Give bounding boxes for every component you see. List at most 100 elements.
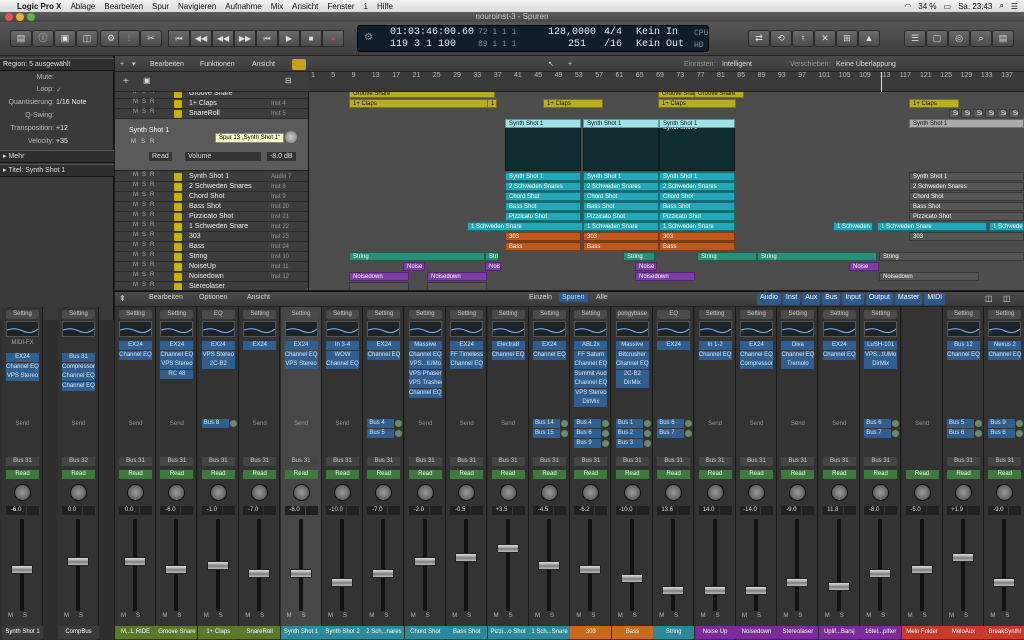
volume-fader[interactable]	[124, 556, 146, 566]
pan-knob[interactable]	[499, 484, 517, 501]
plugin-slot[interactable]: Bus 12	[947, 341, 980, 350]
plugin-slot[interactable]: VPS Phaser	[408, 369, 442, 379]
editors-icon[interactable]: ✂	[140, 30, 162, 47]
plugin-slot[interactable]: Massive	[615, 341, 649, 350]
tab-all[interactable]: Alle	[596, 294, 608, 301]
track-header[interactable]: MSR String Inst 10	[115, 252, 308, 262]
pan-knob[interactable]	[127, 484, 144, 501]
inspector-row-transposition[interactable]: Transposition: +12	[0, 125, 114, 137]
track-header[interactable]: MSR Bass Inst 24	[115, 242, 308, 252]
output-select[interactable]: Bus 31	[533, 457, 566, 466]
track-msr-buttons[interactable]: MSR	[133, 282, 158, 288]
output-select[interactable]: Bus 31	[119, 457, 152, 466]
volume-fader[interactable]	[165, 565, 188, 575]
output-select[interactable]: Bus 31	[408, 457, 442, 466]
eq-thumbnail[interactable]	[947, 321, 980, 337]
volume-fader[interactable]	[331, 577, 353, 587]
snap-select[interactable]: Intelligent	[722, 59, 752, 70]
eq-thumbnail[interactable]	[243, 321, 277, 337]
plugin-slot[interactable]: In 3-4	[326, 341, 359, 350]
send-bus[interactable]: Bus 14	[533, 419, 560, 428]
eq-thumbnail[interactable]	[450, 321, 484, 337]
plugin-slot[interactable]: EX24	[367, 341, 401, 350]
arrange-area[interactable]: Groove Snare Groove Snare Groove Snare 1+ C…	[309, 92, 1024, 290]
region[interactable]: Synth Shot 1	[909, 172, 1024, 181]
mute-solo-buttons[interactable]: MS	[245, 613, 275, 619]
send-slot[interactable]: Send	[243, 421, 276, 427]
automation-mode-button[interactable]: Read	[201, 470, 235, 479]
mixer-icon[interactable]: ⫶	[118, 30, 140, 47]
plugin-slot[interactable]: EX24	[533, 341, 566, 350]
plugin-slot[interactable]: Compressor	[740, 360, 773, 369]
mixer-layout-icon[interactable]: ◫	[985, 294, 993, 303]
track-title-section[interactable]: ▸ Titel: Synth Shot 1	[0, 164, 114, 177]
region[interactable]: 1	[487, 99, 497, 108]
automation-mode-button[interactable]: Read	[408, 470, 442, 479]
plugin-slot[interactable]: Electra8	[491, 341, 525, 350]
mute-solo-buttons[interactable]: MS	[659, 613, 689, 619]
output-select[interactable]: Bus 31	[698, 457, 732, 466]
track-view-icon[interactable]: ▣	[143, 76, 151, 85]
replace-icon[interactable]: ⇄	[748, 30, 770, 47]
library-icon[interactable]: ▤	[10, 30, 32, 47]
plugin-slot[interactable]: EX24	[450, 341, 484, 350]
output-select[interactable]: Bus 31	[574, 457, 608, 466]
volume-fader[interactable]	[67, 556, 89, 566]
mute-solo-buttons[interactable]: MS	[576, 613, 606, 619]
mute-solo-buttons[interactable]: MS	[825, 613, 855, 619]
region-section-header[interactable]: Region: 5 ausgewählt	[0, 58, 114, 71]
mute-solo-buttons[interactable]: MS	[866, 613, 896, 619]
mixer-filter-output[interactable]: Output	[865, 293, 893, 305]
region[interactable]: Chord Shot	[659, 192, 735, 201]
plugin-slot[interactable]: Channel EQ	[6, 362, 39, 372]
mute-solo-buttons[interactable]: MS	[494, 613, 524, 619]
midi-fx-slot[interactable]: MIDI-FX	[6, 340, 39, 346]
stop-icon[interactable]: ■	[300, 30, 322, 47]
setting-button[interactable]: Setting	[822, 310, 856, 319]
volume-fader[interactable]	[455, 552, 478, 562]
send-slot[interactable]: Send	[285, 421, 318, 427]
volume-fader[interactable]	[579, 565, 602, 575]
mute-solo-buttons[interactable]: MS	[328, 613, 358, 619]
region[interactable]: Bass Shot	[659, 202, 735, 211]
send-level-knob[interactable]	[975, 420, 982, 427]
track-msr-buttons[interactable]: MSR	[133, 212, 158, 218]
eq-thumbnail[interactable]	[533, 321, 566, 337]
track-msr-buttons[interactable]: MSR	[133, 242, 158, 248]
setting-button[interactable]: Setting	[160, 310, 194, 319]
eq-thumbnail[interactable]	[408, 321, 442, 337]
pan-knob[interactable]	[334, 484, 351, 501]
send-slot[interactable]: Send	[823, 421, 856, 427]
plugin-slot[interactable]: Channel EQ	[367, 350, 401, 360]
region[interactable]: 2 Schweden Snares	[583, 182, 659, 191]
output-select[interactable]: Bus 31	[326, 457, 359, 466]
mute-solo-buttons[interactable]: MS	[287, 613, 317, 619]
volume-fader[interactable]	[869, 569, 892, 579]
plugin-slot[interactable]: In 1-2	[698, 341, 732, 350]
pan-knob[interactable]	[209, 484, 227, 501]
plugin-slot[interactable]: VPS Stereo	[574, 388, 608, 398]
mute-solo-buttons[interactable]: MS	[162, 613, 192, 619]
automation-mode-button[interactable]: Read	[947, 470, 980, 479]
track-filter-icon[interactable]: ▾	[132, 59, 136, 70]
region[interactable]: Bass Shot	[909, 202, 1024, 211]
pan-knob[interactable]	[292, 484, 310, 501]
region[interactable]: Bass	[583, 242, 659, 251]
pan-knob[interactable]	[416, 484, 434, 501]
tracks-functions-menu[interactable]: Funktionen	[200, 59, 235, 70]
setting-button[interactable]: Setting	[781, 310, 815, 319]
tab-tracks[interactable]: Spuren	[559, 293, 588, 302]
region[interactable]: Synth Shot 1	[583, 172, 659, 181]
region[interactable]: String	[623, 252, 655, 261]
plugin-slot[interactable]: EX24	[119, 341, 152, 350]
region[interactable]	[427, 282, 487, 290]
plugin-slot[interactable]: VPS Stereo	[284, 360, 318, 369]
volume-fader[interactable]	[496, 544, 519, 554]
send-level-knob[interactable]	[643, 430, 651, 437]
mixer-options-menu[interactable]: Optionen	[199, 294, 227, 301]
more-section[interactable]: ▸ Mehr	[0, 150, 114, 163]
setting-button[interactable]: Setting	[450, 310, 484, 319]
send-bus[interactable]: Bus 7	[657, 429, 685, 438]
setting-button[interactable]: Setting	[326, 310, 359, 319]
region[interactable]: Pizzicato Shot	[583, 212, 659, 221]
